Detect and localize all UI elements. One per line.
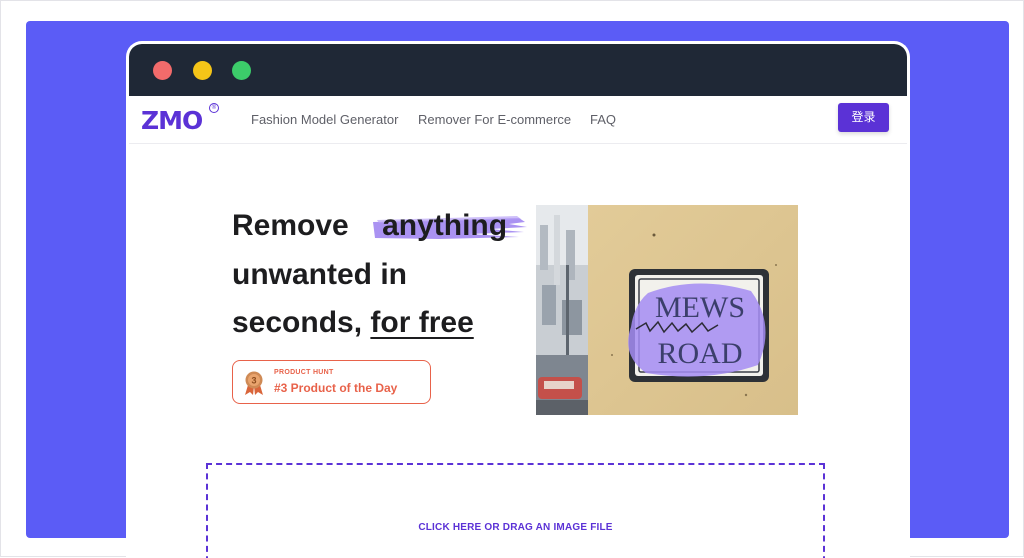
nav-link-fashion-model-generator[interactable]: Fashion Model Generator [251,112,398,127]
medal-number: 3 [251,376,256,386]
sign-word-road: ROAD [657,337,742,370]
browser-window: ZMO ® Fashion Model Generator Remover Fo… [126,41,910,558]
window-titlebar [129,44,907,96]
product-of-day-label: #3 Product of the Day [274,381,398,395]
demo-photo-street-sign: MEWS ROAD [536,205,798,415]
close-window-dot[interactable] [153,61,172,80]
hero-heading-line-1: Remove anything [232,209,507,243]
hero-word-remove: Remove [232,209,349,242]
zmo-logo[interactable]: ZMO [141,106,203,135]
dropzone-label[interactable]: CLICK HERE OR DRAG AN IMAGE FILE [208,522,823,533]
login-button[interactable]: 登录 [838,103,889,132]
product-hunt-badge[interactable]: 3 PRODUCT HUNT #3 Product of the Day [232,360,431,404]
sign-word-mews: MEWS [655,291,745,324]
image-dropzone[interactable]: CLICK HERE OR DRAG AN IMAGE FILE [206,463,825,558]
hero-heading-line-2: unwanted in [232,258,407,291]
hero-for-free: for free [370,306,474,339]
nav-link-faq[interactable]: FAQ [590,112,616,127]
product-hunt-label: PRODUCT HUNT [274,369,334,376]
nav-link-remover-ecommerce[interactable]: Remover For E-commerce [418,112,571,127]
hero-heading-line-3: seconds, for free [232,306,474,340]
screenshot-frame: ZMO ® Fashion Model Generator Remover Fo… [0,0,1024,558]
site-navbar: ZMO ® Fashion Model Generator Remover Fo… [129,96,907,144]
maximize-window-dot[interactable] [232,61,251,80]
hero-word-seconds: seconds, [232,306,371,339]
medal-icon: 3 [245,371,263,395]
hero-word-anything: anything [382,209,508,242]
minimize-window-dot[interactable] [193,61,212,80]
registered-mark: ® [209,103,219,113]
